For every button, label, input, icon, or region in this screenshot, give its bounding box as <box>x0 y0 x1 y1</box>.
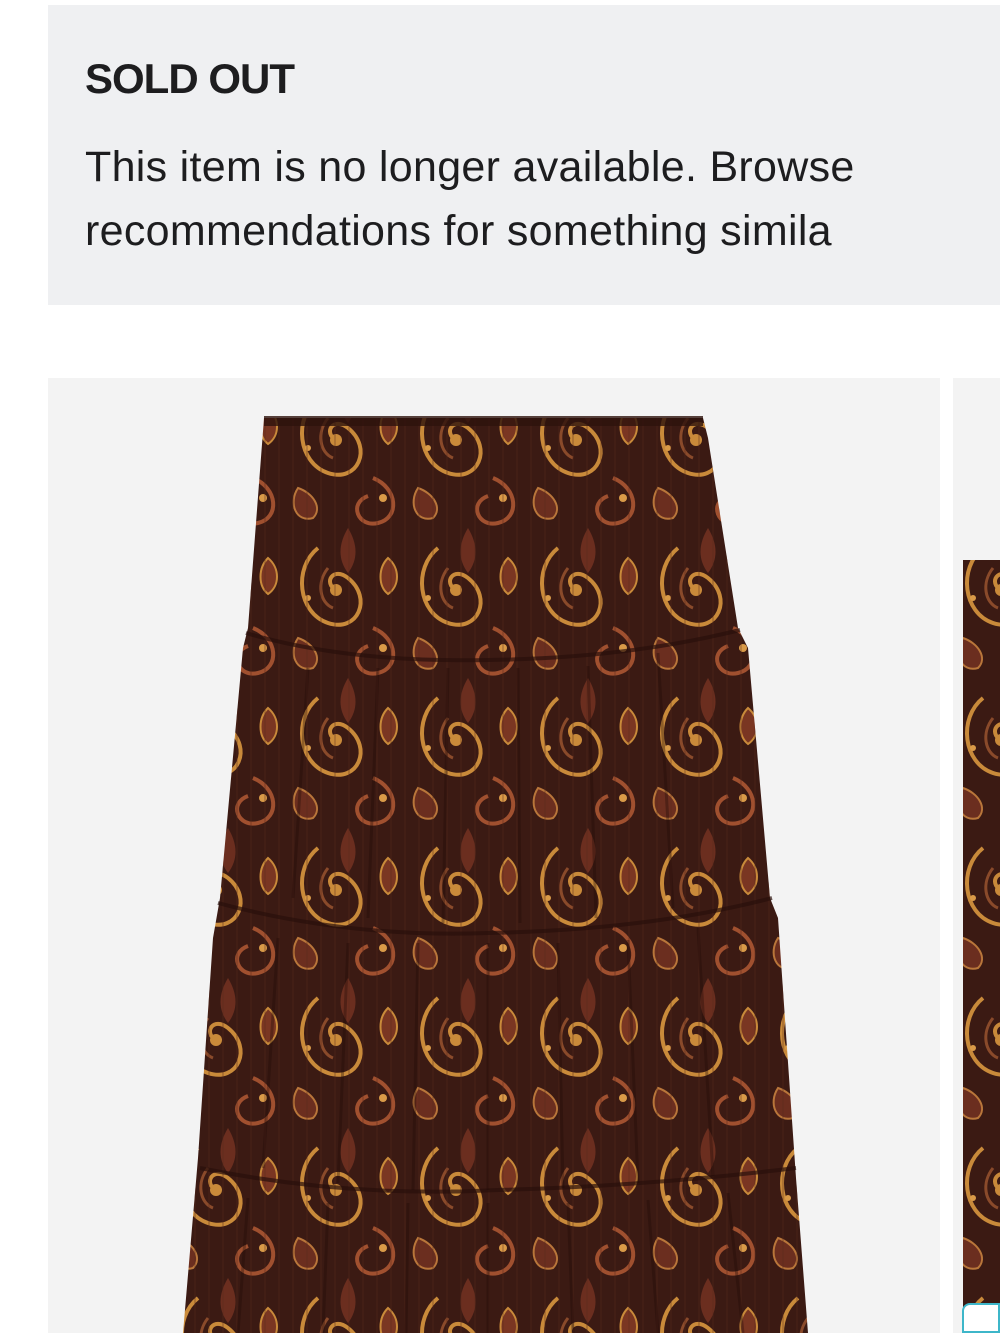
next-product-image-card[interactable] <box>953 378 1000 1333</box>
product-page: SOLD OUT This item is no longer availabl… <box>0 0 1000 1333</box>
sold-out-message: This item is no longer available. Browse… <box>85 135 1000 263</box>
sold-out-title: SOLD OUT <box>85 55 295 102</box>
next-product-image <box>963 560 1000 1333</box>
product-image-card[interactable] <box>48 378 940 1333</box>
sold-out-message-line-1: This item is no longer available. Browse <box>85 143 855 191</box>
carousel-next-button[interactable] <box>962 1303 1000 1333</box>
sold-out-message-line-2: recommendations for something simila <box>85 207 832 255</box>
product-image <box>183 416 808 1333</box>
sold-out-notice: SOLD OUT This item is no longer availabl… <box>48 5 1000 305</box>
